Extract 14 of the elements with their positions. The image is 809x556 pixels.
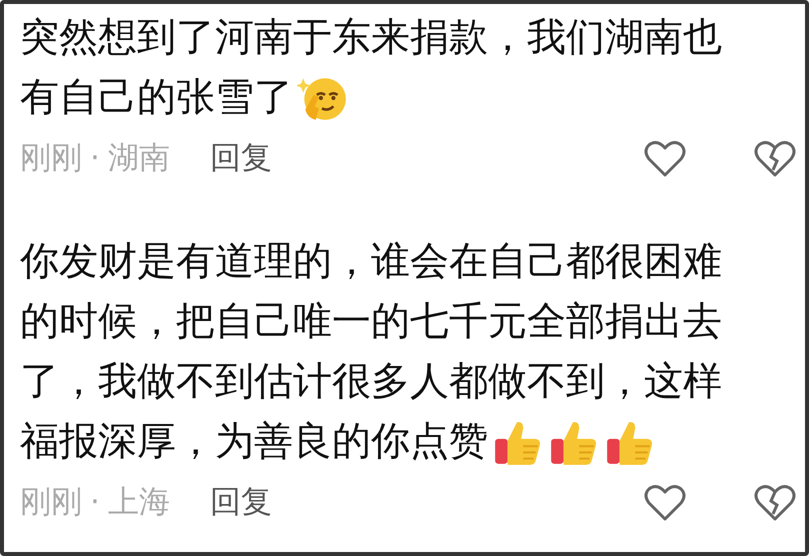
comment-time: 刚刚 [20, 138, 82, 178]
comment-line: 你发财是有道理的，谁会在自己都很困难 [20, 238, 722, 286]
comment-line: 的时候，把自己唯一的七千元全部捐出去 [20, 298, 722, 346]
comment-line: 福报深厚，为善良的你点赞 [20, 418, 488, 466]
reply-link[interactable]: 回复 [210, 478, 272, 526]
reply-link[interactable]: 回复 [210, 134, 272, 182]
separator-dot: · [90, 138, 100, 178]
comment-location: 上海 [108, 482, 170, 522]
comment-line: 了，我做不到估计很多人都做不到，这样 [20, 358, 722, 406]
comment-line: 有自己的张雪了 [20, 74, 293, 122]
comment-line: 突然想到了河南于东来捐款，我们湖南也 [20, 14, 722, 62]
comment-time: 刚刚 [20, 482, 82, 522]
separator-dot: · [90, 482, 100, 522]
comment-location: 湖南 [108, 138, 170, 178]
